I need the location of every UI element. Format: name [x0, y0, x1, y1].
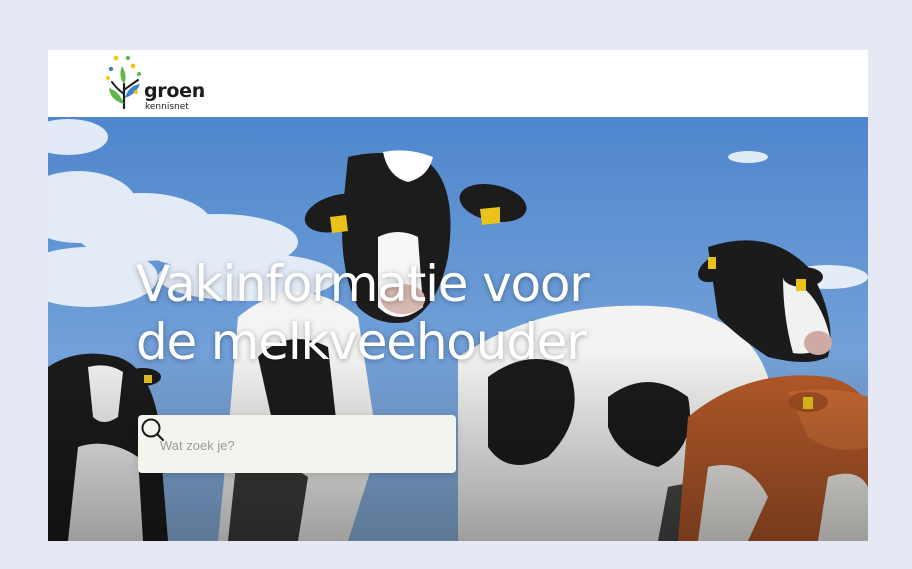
logo-dot: .	[198, 80, 206, 102]
logo-wordmark: groen	[144, 80, 205, 102]
logo-subtitle: kennisnet	[145, 102, 189, 112]
website-frame: groen . kennisnet Vakinformatie voor de …	[48, 50, 868, 541]
hero-headline: Vakinformatie voor de melkveehouder	[136, 255, 590, 371]
hero-banner: Vakinformatie voor de melkveehouder	[48, 117, 868, 541]
search-icon[interactable]	[138, 415, 168, 445]
home-logo-link[interactable]: groen . kennisnet	[48, 50, 238, 117]
search-box	[138, 415, 456, 473]
hero-headline-line-1: Vakinformatie voor	[136, 255, 590, 313]
hero-headline-line-2: de melkveehouder	[136, 313, 587, 371]
search-input[interactable]	[158, 432, 392, 458]
site-header: groen . kennisnet	[48, 50, 868, 117]
